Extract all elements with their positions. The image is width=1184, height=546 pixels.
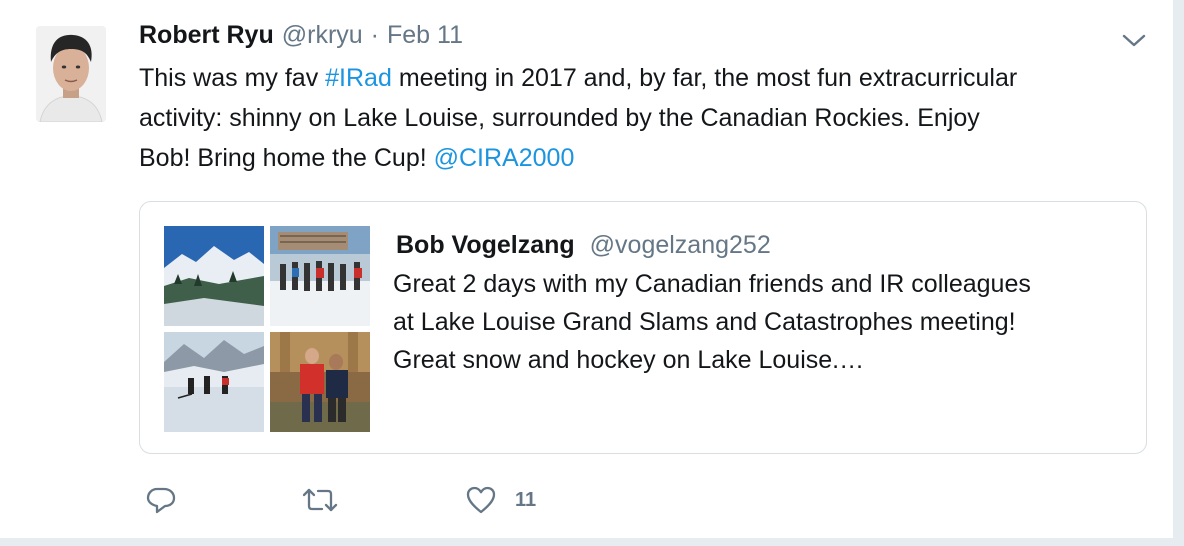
chevron-down-icon[interactable]: [1119, 28, 1149, 52]
tweet-text-line: Bob! Bring home the Cup! @CIRA2000: [139, 138, 1139, 178]
quoted-author-handle[interactable]: @vogelzang252: [590, 231, 771, 259]
photo-two-men-indoors[interactable]: [270, 332, 370, 432]
heart-icon: [465, 484, 497, 516]
author-avatar[interactable]: [36, 26, 106, 122]
bottom-divider: [0, 538, 1173, 546]
author-handle[interactable]: @rkryu: [282, 21, 363, 50]
photo-group-on-ice[interactable]: [270, 226, 370, 326]
quoted-text-line: Great 2 days with my Canadian friends an…: [393, 270, 1031, 298]
quoted-text-line: Great snow and hockey on Lake Louise.…: [393, 346, 865, 374]
quoted-author: Bob Vogelzang @vogelzang252: [396, 231, 771, 260]
quoted-media-grid[interactable]: [164, 226, 370, 432]
hashtag-link[interactable]: #IRad: [325, 64, 392, 92]
quoted-tweet-text: Great 2 days with my Canadian friends an…: [393, 265, 1031, 379]
tweet-text-segment: meeting in 2017 and, by far, the most fu…: [391, 64, 1018, 92]
author-name[interactable]: Robert Ryu: [139, 21, 274, 50]
like-count: 11: [515, 488, 537, 511]
retweet-icon: [301, 484, 339, 516]
reply-button[interactable]: [145, 482, 177, 518]
tweet-text: This was my fav #IRad meeting in 2017 an…: [139, 58, 1139, 178]
like-button[interactable]: 11: [465, 482, 536, 518]
right-divider: [1173, 0, 1184, 546]
header-separator: ·: [370, 21, 379, 49]
retweet-button[interactable]: [301, 482, 339, 518]
tweet-text-segment: This was my fav: [139, 64, 326, 92]
tweet-text-segment: Bob! Bring home the Cup!: [139, 144, 434, 172]
quoted-tweet-card[interactable]: Bob Vogelzang @vogelzang252 Great 2 days…: [139, 201, 1147, 454]
mention-link[interactable]: @CIRA2000: [434, 144, 575, 172]
photo-hockey-on-lake[interactable]: [164, 332, 264, 432]
reply-icon: [145, 484, 177, 516]
tweet-date[interactable]: Feb 11: [387, 21, 463, 50]
tweet-header: Robert Ryu @rkryu · Feb 11: [139, 21, 463, 57]
tweet-text-segment: activity: shinny on Lake Louise, surroun…: [139, 104, 980, 132]
tweet-text-line: This was my fav #IRad meeting in 2017 an…: [139, 58, 1139, 98]
photo-mountain-landscape[interactable]: [164, 226, 264, 326]
quoted-author-name[interactable]: Bob Vogelzang: [396, 231, 575, 259]
tweet-text-line: activity: shinny on Lake Louise, surroun…: [139, 98, 1139, 138]
quoted-text-line: at Lake Louise Grand Slams and Catastrop…: [393, 308, 1016, 336]
